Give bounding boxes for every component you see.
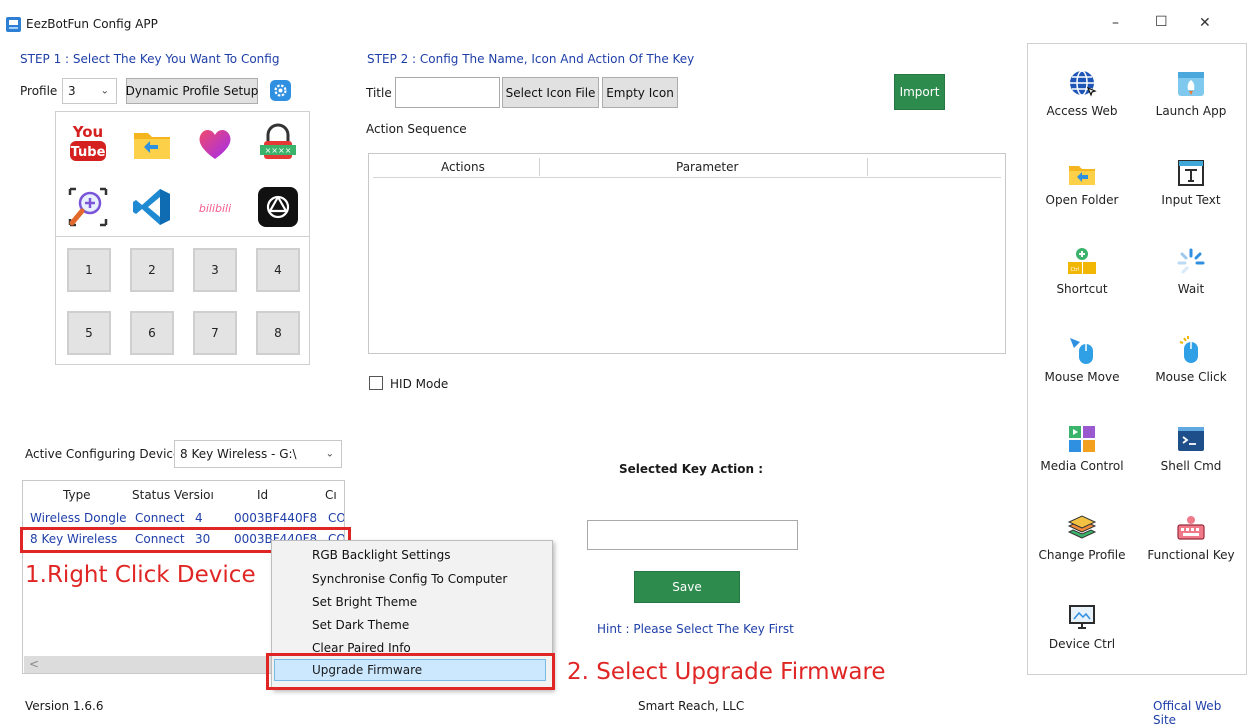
sidebar-item-shortcut[interactable]: Ctrl Shortcut: [1032, 246, 1132, 296]
menu-item-bright-theme[interactable]: Set Bright Theme: [312, 595, 417, 609]
column-header-parameter[interactable]: Parameter: [676, 160, 738, 174]
action-sequence-label: Action Sequence: [366, 122, 467, 136]
active-device-label: Active Configuring Device: [25, 447, 181, 461]
terminal-icon: [1178, 427, 1204, 451]
svg-text:bilibili: bilibili: [199, 202, 231, 215]
key-button-6[interactable]: 6: [130, 311, 174, 355]
heart-icon[interactable]: [193, 121, 237, 165]
menu-item-synchronise-config[interactable]: Synchronise Config To Computer: [312, 572, 507, 586]
maximize-button[interactable]: ☐: [1155, 14, 1168, 30]
mouse-click-icon: [1179, 336, 1198, 363]
step2-title: STEP 2 : Config The Name, Icon And Actio…: [367, 52, 695, 66]
chevron-down-icon: ⌄: [100, 85, 109, 97]
media-control-icon: [1069, 426, 1095, 452]
selected-key-action-label: Selected Key Action :: [619, 462, 764, 476]
youtube-icon[interactable]: You Tube: [66, 121, 110, 165]
openai-icon[interactable]: [256, 185, 300, 229]
sidebar-item-open-folder[interactable]: Open Folder: [1032, 157, 1132, 207]
keyboard-icon: [1177, 516, 1205, 540]
chevron-down-icon: ⌄: [325, 448, 334, 460]
column-header-id[interactable]: Id: [257, 488, 268, 502]
table-row[interactable]: Wireless Dongle Connect 4 0003BF440F8 CO: [23, 509, 344, 527]
key-button-2[interactable]: 2: [130, 248, 174, 292]
shortcut-icon: Ctrl: [1068, 248, 1096, 274]
hint-text: Hint : Please Select The Key First: [597, 622, 794, 636]
column-header-type[interactable]: Type: [63, 488, 91, 502]
key-grid-divider: [56, 236, 309, 237]
mouse-move-icon: [1070, 338, 1093, 364]
sidebar-item-mouse-click[interactable]: Mouse Click: [1141, 334, 1241, 384]
step1-title: STEP 1 : Select The Key You Want To Conf…: [20, 52, 280, 66]
sidebar-item-launch-app[interactable]: Launch App: [1141, 68, 1241, 118]
svg-text:Tube: Tube: [71, 145, 106, 160]
empty-icon-button[interactable]: Empty Icon: [602, 77, 678, 108]
action-sequence-table[interactable]: Actions Parameter: [368, 153, 1006, 354]
column-header-status[interactable]: Status: [132, 488, 170, 502]
menu-item-highlight: [266, 653, 555, 690]
annotation-select-upgrade: 2. Select Upgrade Firmware: [567, 659, 886, 685]
key-button-4[interactable]: 4: [256, 248, 300, 292]
column-header-actions[interactable]: Actions: [441, 160, 485, 174]
sidebar-item-mouse-move[interactable]: Mouse Move: [1032, 334, 1132, 384]
folder-icon[interactable]: [130, 121, 174, 165]
menu-item-rgb-backlight[interactable]: RGB Backlight Settings: [312, 548, 450, 562]
globe-icon: [1070, 70, 1097, 97]
magnifier-icon[interactable]: [66, 185, 110, 229]
window-title: EezBotFun Config APP: [26, 17, 158, 31]
sidebar-item-access-web[interactable]: Access Web: [1032, 68, 1132, 118]
svg-text:××××: ××××: [265, 146, 292, 155]
hid-mode-checkbox[interactable]: [369, 376, 383, 390]
layers-icon: [1067, 515, 1097, 539]
title-label: Title: [366, 86, 392, 100]
key-button-3[interactable]: 3: [193, 248, 237, 292]
sidebar-item-wait[interactable]: Wait: [1141, 246, 1241, 296]
sidebar-item-media-control[interactable]: Media Control: [1032, 423, 1132, 473]
import-button[interactable]: Import: [894, 74, 945, 110]
rocket-icon: [1178, 72, 1204, 96]
svg-text:You: You: [72, 123, 103, 141]
sidebar-item-shell-cmd[interactable]: Shell Cmd: [1141, 423, 1241, 473]
gear-icon[interactable]: [270, 80, 291, 101]
sidebar-item-functional-key[interactable]: Functional Key: [1141, 512, 1241, 562]
key-button-1[interactable]: 1: [67, 248, 111, 292]
hid-mode-label: HID Mode: [390, 377, 449, 391]
annotation-right-click: 1.Right Click Device: [25, 562, 256, 588]
profile-value: 3: [68, 84, 76, 98]
password-lock-icon[interactable]: ××××: [256, 121, 300, 165]
sidebar-item-change-profile[interactable]: Change Profile: [1032, 512, 1132, 562]
monitor-icon: [1069, 605, 1095, 629]
app-logo-icon: [6, 17, 21, 32]
profile-label: Profile: [20, 84, 58, 98]
active-device-value: 8 Key Wireless - G:\: [180, 447, 297, 461]
official-website-link[interactable]: Offical Web Site: [1153, 699, 1248, 727]
select-icon-file-button[interactable]: Select Icon File: [502, 77, 599, 108]
profile-select[interactable]: 3 ⌄: [62, 78, 117, 104]
key-button-8[interactable]: 8: [256, 311, 300, 355]
scroll-left-button[interactable]: <: [29, 657, 39, 671]
title-input[interactable]: [395, 77, 500, 108]
spinner-icon: [1177, 248, 1205, 274]
svg-text:Ctrl: Ctrl: [1071, 267, 1080, 273]
minimize-button[interactable]: –: [1112, 15, 1119, 31]
selected-key-action-input[interactable]: [587, 520, 798, 550]
menu-item-dark-theme[interactable]: Set Dark Theme: [312, 618, 409, 632]
bilibili-icon[interactable]: bilibili: [193, 185, 237, 229]
dynamic-profile-setup-button[interactable]: Dynamic Profile Setup: [126, 78, 258, 104]
column-header-c[interactable]: Cı: [325, 488, 337, 502]
folder-icon: [1069, 166, 1095, 185]
vscode-icon[interactable]: [130, 185, 174, 229]
text-input-icon: [1178, 160, 1204, 186]
sidebar-item-device-ctrl[interactable]: Device Ctrl: [1032, 601, 1132, 651]
active-device-select[interactable]: 8 Key Wireless - G:\ ⌄: [174, 440, 342, 468]
column-header-version[interactable]: Versioı: [174, 488, 214, 502]
save-button[interactable]: Save: [634, 571, 740, 603]
key-button-5[interactable]: 5: [67, 311, 111, 355]
sidebar-item-input-text[interactable]: Input Text: [1141, 157, 1241, 207]
close-button[interactable]: ✕: [1199, 15, 1211, 31]
key-button-7[interactable]: 7: [193, 311, 237, 355]
